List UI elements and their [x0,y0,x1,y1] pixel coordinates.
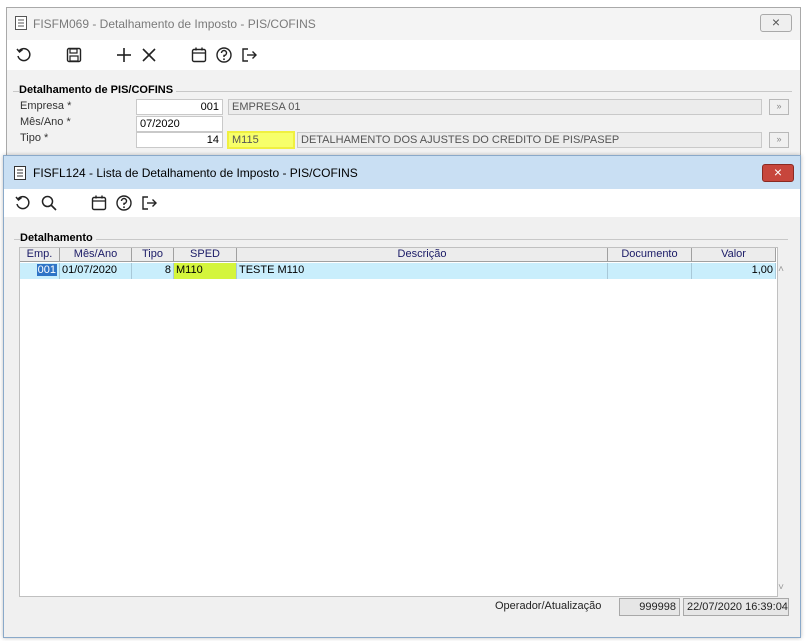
help-button[interactable] [113,192,135,214]
column-header-valor[interactable]: Valor [692,248,776,262]
cell-tipo[interactable]: 8 [132,263,174,279]
lookup-icon: » [776,101,782,111]
group-title: Detalhamento de PIS/COFINS [19,84,177,96]
help-icon [116,195,132,211]
main-window-title: FISFM069 - Detalhamento de Imposto - PIS… [33,17,316,31]
refresh-icon [15,195,30,210]
tipo-description-field: DETALHAMENTO DOS AJUSTES DO CREDITO DE P… [297,132,762,148]
add-icon [117,48,131,62]
column-header-documento[interactable]: Documento [608,248,692,262]
exit-icon [242,48,257,62]
column-header-tipo[interactable]: Tipo [132,248,174,262]
table-row[interactable]: 001 [20,263,60,279]
calendar-icon [191,47,207,63]
main-toolbar [7,40,800,70]
cell-emp[interactable]: 001 [36,264,57,276]
add-button[interactable] [113,44,135,66]
help-button[interactable] [213,44,235,66]
column-header-descricao[interactable]: Descrição [237,248,608,262]
save-button[interactable] [63,44,85,66]
chevron-up-icon: ˄ [778,264,784,275]
search-icon [41,195,57,211]
cell-descricao[interactable]: TESTE M110 [237,263,608,279]
search-button[interactable] [38,192,60,214]
empresa-label: Empresa * [20,100,72,112]
column-header-emp[interactable]: Emp. [20,248,60,262]
exit-icon [142,196,157,210]
tipo-lookup-button[interactable]: » [769,132,789,148]
scroll-down-button[interactable]: ˅ [775,582,787,594]
main-window-titlebar: FISFM069 - Detalhamento de Imposto - PIS… [7,8,800,40]
group-divider [14,239,788,240]
empresa-lookup-button[interactable]: » [769,99,789,115]
document-icon [14,166,26,180]
undo-icon [16,47,31,62]
cell-documento[interactable] [608,263,692,279]
mes-ano-input[interactable]: 07/2020 [136,116,223,132]
column-header-sped[interactable]: SPED [174,248,237,262]
list-window-titlebar: FISFL124 - Lista de Detalhamento de Impo… [4,156,800,189]
tipo-code-input[interactable]: 14 [136,132,223,148]
cell-valor[interactable]: 1,00 [692,263,776,279]
calendar-icon [91,195,107,211]
mes-ano-label: Mês/Ano * [20,116,71,128]
exit-button[interactable] [238,44,260,66]
scroll-up-button[interactable]: ˄ [775,264,787,276]
document-icon [15,16,27,30]
calendar-button[interactable] [188,44,210,66]
delete-button[interactable] [138,44,160,66]
calendar-button[interactable] [88,192,110,214]
tipo-sped-field: M115 [227,131,295,149]
operador-field: 999998 [619,598,680,616]
chevron-down-icon: ˅ [778,582,784,593]
exit-button[interactable] [138,192,160,214]
list-window: FISFL124 - Lista de Detalhamento de Impo… [3,155,801,638]
list-toolbar [4,189,800,217]
list-window-title: FISFL124 - Lista de Detalhamento de Impo… [33,166,358,180]
cell-mes-ano[interactable]: 01/07/2020 [60,263,132,279]
save-icon [66,47,82,63]
main-window-close-button[interactable]: × [760,14,792,32]
help-icon [216,47,232,63]
column-header-mes-ano[interactable]: Mês/Ano [60,248,132,262]
footer-label: Operador/Atualização [495,600,602,612]
atualizacao-field: 22/07/2020 16:39:04 [683,598,789,616]
undo-button[interactable] [13,44,35,66]
empresa-code-input[interactable]: 001 [136,99,223,115]
delete-icon [142,48,156,62]
refresh-button[interactable] [12,192,34,214]
empresa-name-field: EMPRESA 01 [228,99,762,115]
group-title: Detalhamento [20,232,96,244]
lookup-icon: » [776,134,782,144]
detail-table[interactable]: Emp. Mês/Ano Tipo SPED Descrição Documen… [19,247,778,597]
list-window-close-button[interactable]: × [762,164,794,182]
cell-sped[interactable]: M110 [174,263,237,279]
tipo-label: Tipo * [20,132,49,144]
